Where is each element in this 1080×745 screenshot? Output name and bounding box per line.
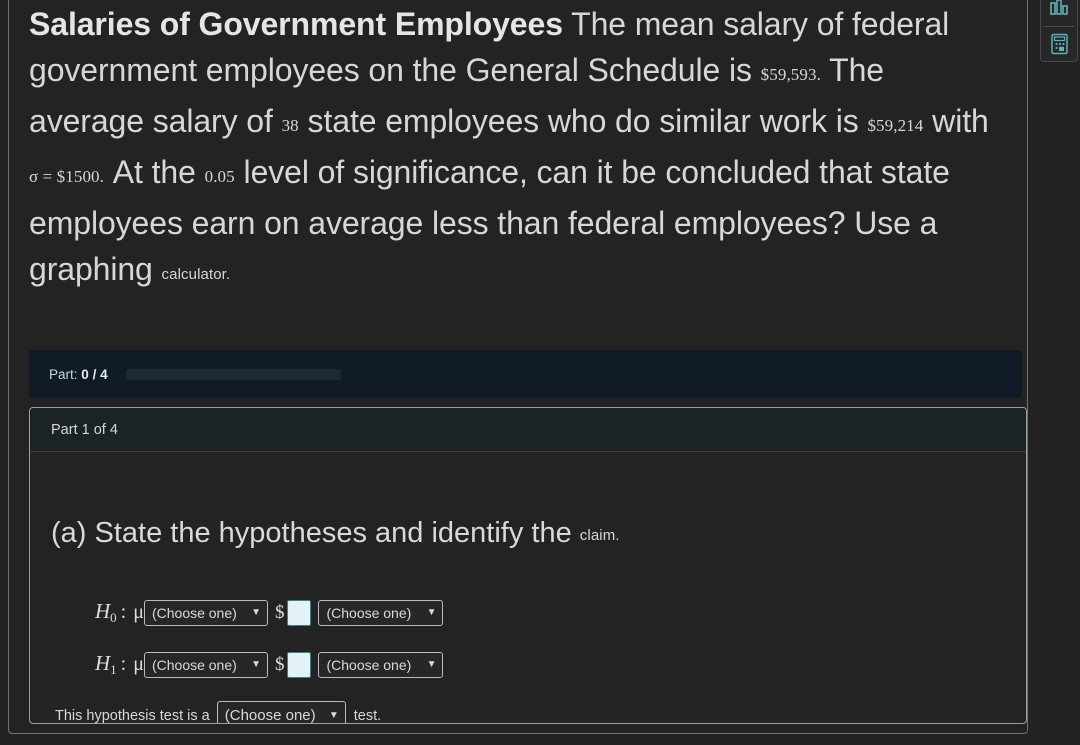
hypothesis-row-null: H0 : μ (Choose one) ▼ $ (Choose one) ▼ bbox=[95, 599, 444, 626]
part-progress-label: Part: 0 / 4 bbox=[49, 367, 108, 382]
test-type-trail-text: test. bbox=[353, 707, 382, 724]
question-text-4: with bbox=[923, 103, 989, 139]
comparator-select-null-value: (Choose one) bbox=[151, 604, 237, 621]
federal-mean-salary-value: $59,593. bbox=[760, 65, 821, 84]
bar-chart-icon bbox=[1050, 0, 1068, 16]
claim-select-alt-value: (Choose one) bbox=[326, 656, 412, 673]
tool-rail bbox=[1040, 0, 1078, 62]
calculator-icon bbox=[1050, 33, 1068, 54]
chevron-down-icon: ▼ bbox=[328, 709, 339, 721]
chevron-down-icon: ▼ bbox=[426, 606, 437, 618]
currency-symbol-null: $ bbox=[274, 601, 285, 623]
progress-separator: / bbox=[92, 366, 97, 382]
hypothesis-mu-null: μ bbox=[133, 601, 144, 623]
bar-chart-tool-button[interactable] bbox=[1041, 0, 1077, 26]
hypothesis-label-null-subscript: 0 bbox=[110, 610, 117, 625]
claim-select-null[interactable]: (Choose one) ▼ bbox=[318, 599, 444, 626]
question-text-5: At the bbox=[104, 154, 205, 190]
test-type-select-value: (Choose one) bbox=[224, 707, 316, 724]
part-progress-strip: Part: 0 / 4 bbox=[29, 350, 1022, 398]
part-prompt-trailing: claim. bbox=[579, 527, 620, 544]
claim-select-null-value: (Choose one) bbox=[326, 604, 412, 621]
progress-total: 4 bbox=[100, 366, 108, 382]
question-page-frame: Salaries of Government Employees The mea… bbox=[8, 0, 1028, 734]
hypothesis-label-alt-subscript: 1 bbox=[110, 662, 117, 677]
question-stem: Salaries of Government Employees The mea… bbox=[29, 1, 1004, 298]
hypothesis-colon-alternative: : bbox=[120, 653, 127, 675]
comparator-select-alt-value: (Choose one) bbox=[151, 656, 237, 673]
hypothesis-value-input-alternative[interactable] bbox=[287, 651, 312, 678]
hypothesis-colon-null: : bbox=[120, 601, 127, 623]
comparator-select-alternative[interactable]: (Choose one) ▼ bbox=[143, 651, 268, 678]
question-text-3: state employees who do similar work is bbox=[298, 103, 868, 139]
part-prompt-main: (a) State the hypotheses and identify th… bbox=[51, 517, 572, 549]
test-type-lead-text: This hypothesis test is a bbox=[55, 707, 210, 724]
part-card-body: (a) State the hypotheses and identify th… bbox=[30, 452, 1026, 723]
progress-completed: 0 bbox=[81, 366, 89, 382]
part-card-header: Part 1 of 4 bbox=[30, 408, 1026, 452]
sigma-value: σ = $1500. bbox=[29, 167, 105, 186]
test-type-select[interactable]: (Choose one) ▼ bbox=[216, 701, 346, 724]
hypothesis-label-null-letter: H bbox=[95, 599, 111, 623]
comparator-select-null[interactable]: (Choose one) ▼ bbox=[143, 599, 268, 626]
claim-select-alternative[interactable]: (Choose one) ▼ bbox=[318, 651, 444, 678]
question-trailing-word: calculator. bbox=[161, 266, 231, 283]
part-prompt: (a) State the hypotheses and identify th… bbox=[51, 517, 620, 552]
currency-symbol-alternative: $ bbox=[274, 653, 285, 675]
part-card-header-label: Part 1 of 4 bbox=[51, 421, 118, 438]
progress-prefix: Part: bbox=[49, 366, 78, 382]
hypothesis-label-alternative: H1 bbox=[95, 651, 117, 678]
part-card: Part 1 of 4 (a) State the hypotheses and… bbox=[29, 407, 1027, 724]
chevron-down-icon: ▼ bbox=[251, 606, 261, 618]
sample-size-value: 38 bbox=[281, 116, 299, 135]
test-type-row: This hypothesis test is a (Choose one) ▼… bbox=[55, 701, 382, 724]
chevron-down-icon: ▼ bbox=[426, 658, 437, 670]
chevron-down-icon: ▼ bbox=[251, 658, 261, 670]
calculator-tool-button[interactable] bbox=[1041, 26, 1077, 61]
state-mean-salary-value: $59,214 bbox=[867, 116, 924, 135]
alpha-value: 0.05 bbox=[204, 167, 235, 186]
question-title: Salaries of Government Employees bbox=[29, 6, 563, 42]
hypothesis-label-null: H0 bbox=[95, 599, 117, 626]
hypothesis-value-input-null[interactable] bbox=[287, 599, 312, 626]
hypothesis-label-alt-letter: H bbox=[95, 651, 111, 675]
progress-bar-track bbox=[125, 368, 341, 380]
hypothesis-mu-alternative: μ bbox=[133, 653, 144, 675]
hypothesis-row-alternative: H1 : μ (Choose one) ▼ $ (Choose one) ▼ bbox=[95, 651, 444, 678]
